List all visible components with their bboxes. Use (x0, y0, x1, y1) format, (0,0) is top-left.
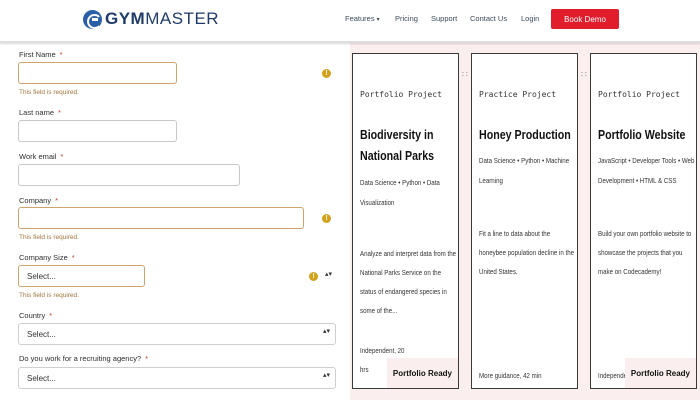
card-description: Fit a line to data about the honeybee po… (479, 229, 575, 276)
company-size-select[interactable]: Select... (18, 265, 145, 287)
first-name-label: First Name * (19, 50, 63, 59)
select-arrows-icon: ▴▾ (323, 328, 331, 335)
company-error: This field is required. (19, 234, 79, 241)
card-type: Portfolio Project (598, 90, 680, 99)
site-header: GYMMASTER Features ▾ Pricing Support Cont… (0, 0, 700, 43)
card-divider-dots: : : (581, 71, 587, 78)
country-label: Country * (19, 311, 53, 320)
card-title: Portfolio Website (598, 127, 686, 142)
select-arrows-icon[interactable]: ▴▾ (325, 271, 332, 278)
chevron-down-icon: ▾ (376, 17, 380, 23)
company-input[interactable] (18, 207, 304, 229)
nav-contact-us[interactable]: Contact Us (470, 14, 507, 23)
card-description: Analyze and interpret data from the Nati… (360, 249, 457, 315)
nav-support[interactable]: Support (431, 14, 457, 23)
card-title: Honey Production (479, 127, 571, 142)
gymmaster-logo[interactable]: GYMMASTER (83, 9, 219, 29)
card-type: Portfolio Project (360, 90, 442, 99)
first-name-input[interactable] (18, 62, 177, 84)
company-size-value: Select... (27, 271, 56, 281)
project-card[interactable]: Portfolio Project Portfolio Website Java… (590, 53, 697, 389)
logo-mark-icon (83, 9, 102, 29)
recruiting-agency-value: Select... (27, 373, 56, 383)
book-demo-button[interactable]: Book Demo (551, 9, 619, 29)
company-size-error: This field is required. (19, 292, 79, 299)
warning-icon: ! (322, 69, 331, 78)
project-cards-panel: : : : : Portfolio Project Biodiversity i… (350, 43, 700, 400)
nav-login[interactable]: Login (521, 14, 539, 23)
logo-text: GYMMASTER (105, 9, 220, 28)
warning-icon: ! (322, 214, 331, 223)
nav-features[interactable]: Features ▾ (345, 14, 380, 23)
portfolio-ready-badge: Portfolio Ready (386, 358, 458, 388)
card-divider-dots: : : (462, 71, 468, 78)
company-label: Company * (19, 196, 59, 205)
card-tags: Data Science • Python • Data Visualizati… (360, 178, 440, 207)
last-name-input[interactable] (18, 120, 177, 142)
work-email-label: Work email * (19, 152, 64, 161)
card-tags: JavaScript • Developer Tools • Web Devel… (598, 156, 695, 185)
company-size-label: Company Size * (19, 253, 75, 262)
project-card[interactable]: Practice Project Honey Production Data S… (471, 53, 578, 389)
country-select[interactable]: Select... ▴▾ (18, 323, 336, 345)
first-name-error: This field is required. (19, 89, 79, 96)
last-name-label: Last name * (19, 108, 61, 117)
country-value: Select... (27, 329, 56, 339)
card-description: Build your own portfolio website to show… (598, 229, 692, 276)
work-email-input[interactable] (18, 164, 240, 186)
card-meta: More guidance, 42 min (479, 371, 542, 380)
card-type: Practice Project (479, 90, 557, 99)
card-tags: Data Science • Python • Machine Learning (479, 156, 570, 185)
warning-icon: ! (309, 272, 318, 281)
project-card[interactable]: Portfolio Project Biodiversity in Nation… (352, 53, 459, 389)
recruiting-agency-select[interactable]: Select... ▴▾ (18, 367, 336, 389)
nav-pricing[interactable]: Pricing (395, 14, 418, 23)
select-arrows-icon: ▴▾ (323, 372, 331, 379)
portfolio-ready-badge: Portfolio Ready (624, 358, 696, 388)
demo-request-form: First Name * ! This field is required. La… (0, 43, 350, 400)
recruiting-agency-label: Do you work for a recruiting agency? * (19, 354, 149, 363)
card-title: Biodiversity in National Parks (360, 127, 435, 163)
